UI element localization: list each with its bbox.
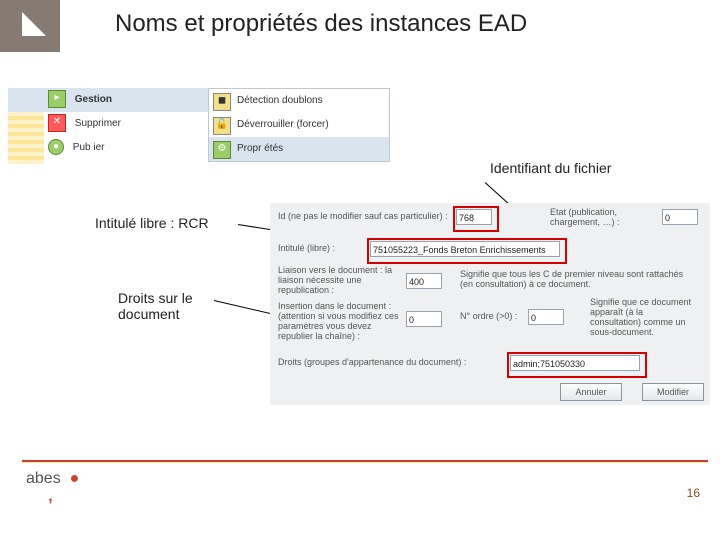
field-label-ordre: N° ordre (>0) : (460, 311, 517, 321)
menu-item-publier[interactable]: ● Pub ier (8, 136, 208, 160)
field-help-insertion: Signifie que ce document apparaît (à la … (590, 297, 706, 337)
menu-item-label: Détection doublons (237, 95, 323, 106)
menu-item-label: Pub ier (73, 142, 105, 153)
footer-rule (22, 460, 708, 463)
menu-item-label: Supprimer (75, 118, 121, 129)
chevron-right-icon: ▸ (48, 90, 66, 108)
field-intitule[interactable]: 751055223_Fonds Breton Enrichissements (370, 241, 560, 257)
modify-button[interactable]: Modifier (642, 383, 704, 401)
menu-item-supprimer[interactable]: ✕ Supprimer (8, 112, 208, 136)
context-submenu: ◼ Détection doublons 🔓 Déverrouiller (fo… (208, 88, 390, 162)
slide-title: Noms et propriétés des instances EAD (115, 10, 527, 38)
menu-item-label: Propr étés (237, 143, 283, 154)
menu-item-gestion[interactable]: ▸ Gestion (8, 88, 208, 112)
callout-intitule: Intitulé libre : RCR (95, 215, 209, 231)
cancel-button[interactable]: Annuler (560, 383, 622, 401)
callout-identifiant: Identifiant du fichier (490, 160, 611, 176)
field-insertion[interactable]: 0 (406, 311, 442, 327)
unlock-icon: 🔓 (213, 117, 231, 135)
page-number: 16 (687, 486, 700, 500)
menu-item-deverrouiller[interactable]: 🔓 Déverrouiller (forcer) (209, 113, 389, 137)
brand-logo: abes ● , (26, 470, 79, 506)
menu-item-proprietes[interactable]: ⚙ Propr étés (209, 137, 389, 161)
field-label-etat: Etat (publication, chargement, …) : (550, 207, 640, 227)
callout-droits: Droits sur le document (118, 290, 193, 322)
field-id[interactable]: 768 (456, 209, 492, 225)
duplicate-icon: ◼ (213, 93, 231, 111)
menu-item-detection-doublons[interactable]: ◼ Détection doublons (209, 89, 389, 113)
field-ordre[interactable]: 0 (528, 309, 564, 325)
delete-icon: ✕ (48, 114, 66, 132)
field-droits[interactable]: admin;751050330 (510, 355, 640, 371)
slide-logo (0, 0, 60, 52)
field-label-insertion: Insertion dans le document : (attention … (278, 301, 402, 341)
publish-icon: ● (48, 139, 64, 155)
field-label-id: Id (ne pas le modifier sauf cas particul… (278, 211, 454, 221)
field-liaison[interactable]: 400 (406, 273, 442, 289)
brand-text: abes (26, 470, 61, 487)
field-label-droits: Droits (groupes d'appartenance du docume… (278, 357, 466, 367)
properties-icon: ⚙ (213, 141, 231, 159)
field-label-intitule: Intitulé (libre) : (278, 243, 335, 253)
menu-item-label: Gestion (75, 94, 112, 105)
field-label-liaison: Liaison vers le document : la liaison né… (278, 265, 398, 295)
context-menu-gestion: ▸ Gestion ✕ Supprimer ● Pub ier (8, 88, 208, 160)
properties-dialog: Id (ne pas le modifier sauf cas particul… (270, 203, 710, 405)
field-help-liaison: Signifie que tous les C de premier nivea… (460, 269, 706, 289)
field-etat[interactable]: 0 (662, 209, 698, 225)
menu-item-label: Déverrouiller (forcer) (237, 119, 329, 130)
